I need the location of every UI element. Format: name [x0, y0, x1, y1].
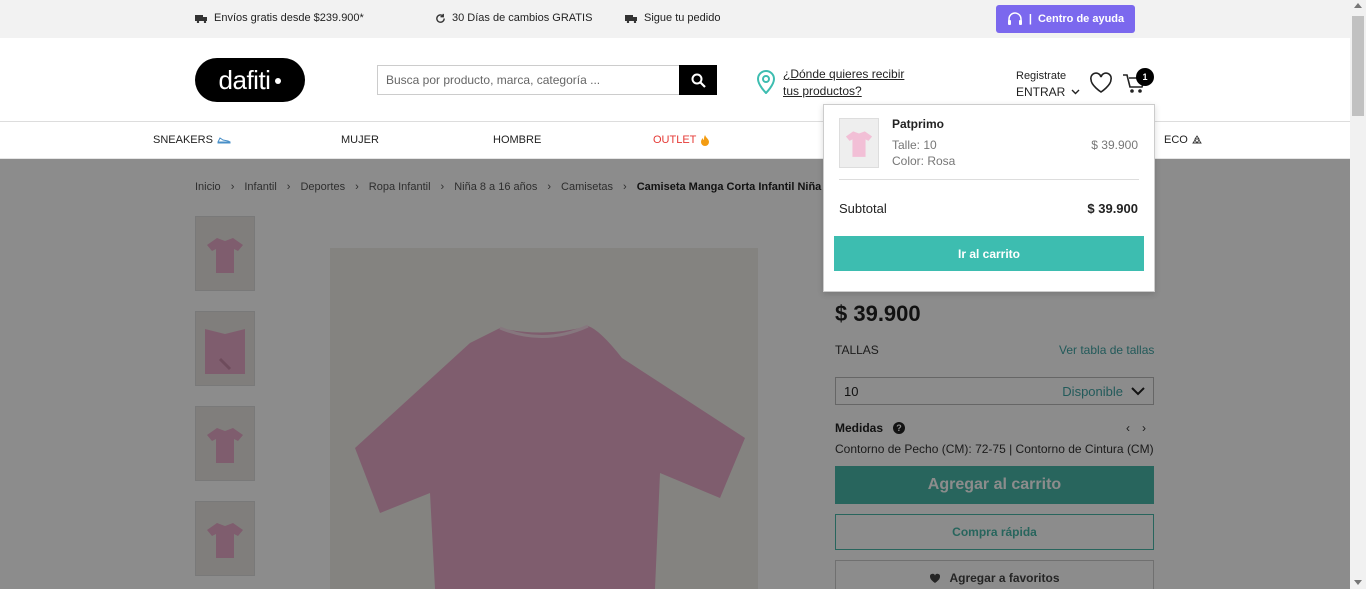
help-separator: |: [1028, 13, 1032, 25]
cart-item-color: Color: Rosa: [892, 154, 956, 168]
promo-label: Envíos gratis desde $239.900*: [214, 12, 364, 24]
help-center-button[interactable]: | Centro de ayuda: [996, 5, 1135, 33]
nav-item-hombre[interactable]: HOMBRE: [493, 134, 541, 146]
nav-label: ECO: [1164, 134, 1188, 146]
promo-label: 30 Días de cambios GRATIS: [452, 12, 593, 24]
scroll-up-arrow[interactable]: [1354, 3, 1362, 8]
promo-returns[interactable]: 30 Días de cambios GRATIS: [435, 12, 592, 24]
refresh-icon: [436, 13, 445, 23]
logo-dot: [275, 78, 282, 84]
subtotal-label: Subtotal: [839, 201, 887, 216]
truck-icon: [195, 14, 207, 23]
dafiti-logo[interactable]: dafiti: [195, 58, 305, 102]
help-label: Centro de ayuda: [1037, 13, 1125, 25]
search-button[interactable]: [679, 65, 717, 95]
cart-item-thumbnail[interactable]: [839, 118, 879, 168]
nav-label: HOMBRE: [493, 134, 542, 146]
truck-icon: [625, 14, 637, 23]
subtotal-value: $ 39.900: [1087, 201, 1138, 216]
promo-bar: Envíos gratis desde $239.900* 30 Días de…: [0, 0, 1350, 38]
promo-free-shipping[interactable]: Envíos gratis desde $239.900*: [195, 12, 364, 24]
nav-label: SNEAKERS: [153, 134, 213, 146]
delivery-location-link[interactable]: ¿Dónde quieres recibir tus productos?: [783, 66, 913, 100]
headset-icon: [1007, 12, 1022, 25]
nav-item-eco[interactable]: ECO: [1164, 134, 1202, 146]
account-menu[interactable]: Registrate ENTRAR: [1016, 70, 1080, 99]
cart-count-badge: 1: [1136, 68, 1154, 86]
wishlist-heart-icon[interactable]: [1089, 72, 1113, 94]
mini-cart-dropdown: Patprimo Talle: 10 Color: Rosa $ 39.900 …: [823, 104, 1155, 292]
scrollbar-thumb[interactable]: [1352, 16, 1364, 116]
nav-label: OUTLET: [653, 134, 697, 146]
register-link[interactable]: Registrate: [1016, 70, 1080, 82]
search-input[interactable]: Busca por producto, marca, categoría ...: [377, 65, 680, 95]
scroll-down-arrow[interactable]: [1354, 580, 1362, 585]
login-label: ENTRAR: [1016, 85, 1066, 99]
cart-item-price: $ 39.900: [1091, 138, 1138, 152]
sneaker-icon: [217, 137, 231, 144]
cart-item-size: Talle: 10: [892, 138, 937, 152]
fire-icon: [701, 135, 710, 146]
cart-item-brand: Patprimo: [892, 117, 945, 131]
go-to-cart-button[interactable]: Ir al carrito: [834, 236, 1144, 271]
tshirt-image: [845, 131, 873, 157]
search-icon: [691, 73, 706, 88]
promo-label: Sigue tu pedido: [644, 12, 721, 24]
location-pin-icon: [756, 70, 776, 94]
page: Envíos gratis desde $239.900* 30 Días de…: [0, 0, 1366, 589]
nav-item-sneakers[interactable]: SNEAKERS: [153, 134, 231, 146]
login-link[interactable]: ENTRAR: [1016, 85, 1080, 99]
nav-item-mujer[interactable]: MUJER: [341, 134, 379, 146]
nav-item-outlet[interactable]: OUTLET: [653, 134, 710, 146]
promo-track-order[interactable]: Sigue tu pedido: [625, 12, 720, 24]
nav-label: MUJER: [341, 134, 379, 146]
chevron-down-icon: [1071, 89, 1080, 95]
recycle-icon: [1192, 135, 1202, 144]
divider: [839, 179, 1139, 180]
logo-text: dafiti: [218, 64, 271, 95]
